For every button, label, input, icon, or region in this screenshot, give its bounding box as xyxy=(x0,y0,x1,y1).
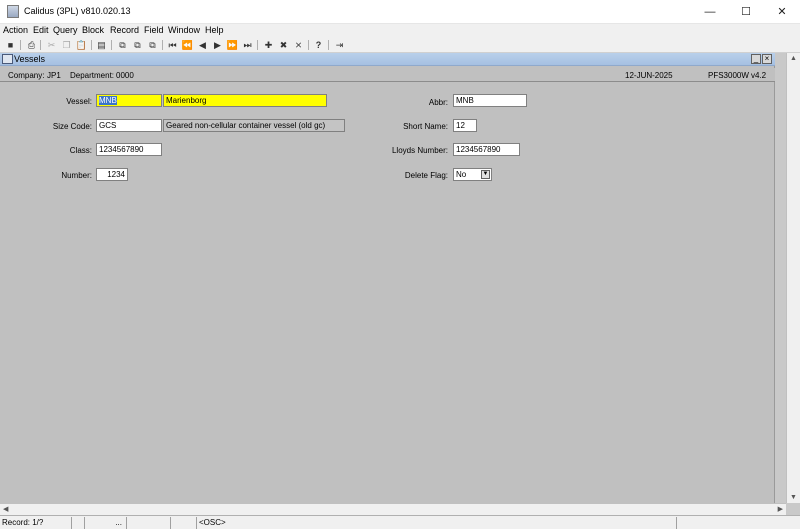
exit-icon[interactable]: ⇥ xyxy=(333,39,346,51)
vertical-scrollbar[interactable]: ▲ ▼ xyxy=(786,53,800,503)
mdi-workspace: Vessels _ × Company: JP1 Department: 000… xyxy=(0,53,800,515)
osc-indicator: <OSC> xyxy=(197,517,677,529)
size-code-label: Size Code: xyxy=(52,122,92,131)
last-record-icon[interactable]: ⏭ xyxy=(241,39,254,51)
previous-record-icon[interactable]: ◀ xyxy=(196,39,209,51)
number-label: Number: xyxy=(61,171,92,180)
status-ellipsis: ... xyxy=(85,517,127,529)
menu-help[interactable]: Help xyxy=(205,25,224,35)
scroll-down-icon[interactable]: ▼ xyxy=(790,494,797,501)
next-record-icon[interactable]: ▶ xyxy=(211,39,224,51)
app-icon xyxy=(7,5,19,18)
menu-block[interactable]: Block xyxy=(82,25,104,35)
abbr-field[interactable]: MNB xyxy=(453,94,527,107)
form-version: v4.2 xyxy=(751,71,767,80)
status-bar: Record: 1/? ... <OSC> xyxy=(0,515,800,529)
form-minimize-button[interactable]: _ xyxy=(751,54,761,64)
first-record-icon[interactable]: ⏮ xyxy=(166,39,179,51)
clear-record-icon[interactable]: ⨯ xyxy=(292,39,305,51)
vessel-name-field[interactable]: Marienborg xyxy=(163,94,327,107)
vessel-code-value: MNB xyxy=(99,96,117,105)
lloyds-number-field[interactable]: 1234567890 xyxy=(453,143,520,156)
insert-record-icon[interactable]: ✚ xyxy=(262,39,275,51)
previous-block-icon[interactable]: ⏪ xyxy=(181,39,194,51)
form-code: PFS3000W xyxy=(708,71,749,80)
vessel-label: Vessel: xyxy=(66,97,92,106)
class-field[interactable]: 1234567890 xyxy=(96,143,162,156)
menu-record[interactable]: Record xyxy=(110,25,139,35)
help-icon[interactable]: ? xyxy=(312,39,325,51)
company-value: JP1 xyxy=(47,71,61,80)
print-icon[interactable]: ⎙ xyxy=(25,39,38,51)
abbr-label: Abbr: xyxy=(428,98,448,107)
save-icon[interactable]: ■ xyxy=(4,39,17,51)
vessels-form-window: Vessels _ × Company: JP1 Department: 000… xyxy=(0,53,775,503)
current-date: 12-JUN-2025 xyxy=(625,71,673,80)
lloyds-number-label: Lloyds Number: xyxy=(391,146,448,155)
delete-flag-label: Delete Flag: xyxy=(404,171,448,180)
next-block-icon[interactable]: ⏩ xyxy=(226,39,239,51)
maximize-button[interactable]: ☐ xyxy=(728,0,764,24)
delete-flag-value: No xyxy=(456,170,467,179)
record-indicator: Record: 1/? xyxy=(0,517,72,529)
menu-bar: Action Edit Query Block Record Field Win… xyxy=(0,24,800,38)
delete-flag-select[interactable]: No ▼ xyxy=(453,168,492,181)
scroll-left-icon[interactable]: ◀ xyxy=(3,505,8,513)
department-value: 0000 xyxy=(116,71,134,80)
department-label: Department: xyxy=(70,71,115,80)
chevron-down-icon[interactable]: ▼ xyxy=(481,170,490,179)
horizontal-scrollbar[interactable]: ◀ ▶ xyxy=(0,503,786,515)
menu-field[interactable]: Field xyxy=(144,25,164,35)
copy-icon[interactable]: ❐ xyxy=(60,39,73,51)
class-label: Class: xyxy=(69,146,92,155)
short-name-field[interactable]: 12 xyxy=(453,119,477,132)
form-info-bar: Company: JP1 Department: 0000 12-JUN-202… xyxy=(0,68,775,82)
toolbar: ■ ⎙ ✂ ❐ 📋 ▤ ⧉ ⧉ ⧉ ⏮ ⏪ ◀ ▶ ⏩ ⏭ ✚ ✖ ⨯ ? ⇥ xyxy=(0,38,800,53)
status-cell-7 xyxy=(677,517,800,529)
status-cell-5 xyxy=(171,517,197,529)
vessel-code-field[interactable]: MNB xyxy=(96,94,162,107)
delete-record-icon[interactable]: ✖ xyxy=(277,39,290,51)
minimize-button[interactable]: — xyxy=(692,0,728,24)
close-button[interactable]: ✕ xyxy=(764,0,800,24)
clear-icon[interactable]: ▤ xyxy=(95,39,108,51)
size-code-description: Geared non-cellular container vessel (ol… xyxy=(163,119,345,132)
menu-action[interactable]: Action xyxy=(3,25,28,35)
status-cell-4 xyxy=(127,517,171,529)
scroll-right-icon[interactable]: ▶ xyxy=(778,505,783,513)
company-label: Company: xyxy=(8,71,45,80)
execute-query-icon[interactable]: ⧉ xyxy=(131,39,144,51)
status-cell-2 xyxy=(72,517,85,529)
form-title-bar: Vessels _ × xyxy=(0,53,775,66)
cut-icon[interactable]: ✂ xyxy=(45,39,58,51)
title-bar: Calidus (3PL) v810.020.13 — ☐ ✕ xyxy=(0,0,800,24)
form-icon xyxy=(2,54,13,64)
menu-edit[interactable]: Edit xyxy=(33,25,49,35)
enter-query-icon[interactable]: ⧉ xyxy=(116,39,129,51)
short-name-label: Short Name: xyxy=(403,122,448,131)
window-title: Calidus (3PL) v810.020.13 xyxy=(24,6,131,16)
size-code-field[interactable]: GCS xyxy=(96,119,162,132)
form-title: Vessels xyxy=(14,54,46,64)
scroll-up-icon[interactable]: ▲ xyxy=(790,55,797,62)
menu-query[interactable]: Query xyxy=(53,25,78,35)
menu-window[interactable]: Window xyxy=(168,25,200,35)
number-field[interactable]: 1234 xyxy=(96,168,128,181)
paste-icon[interactable]: 📋 xyxy=(75,39,88,51)
form-close-button[interactable]: × xyxy=(762,54,772,64)
cancel-query-icon[interactable]: ⧉ xyxy=(146,39,159,51)
